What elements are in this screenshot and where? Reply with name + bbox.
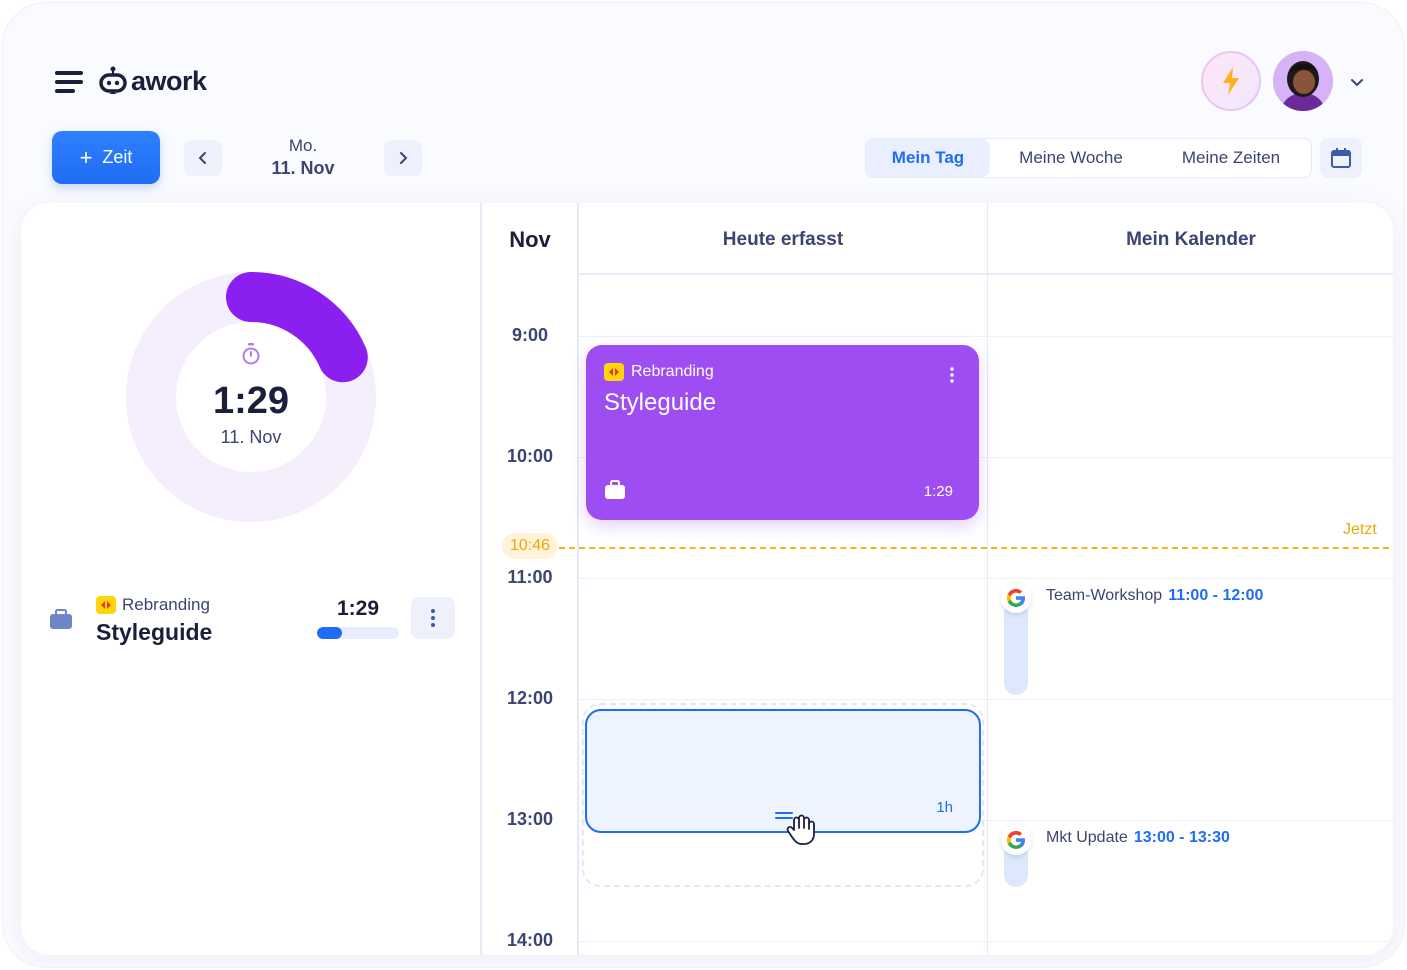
plus-icon: + — [79, 144, 93, 170]
google-icon — [1001, 583, 1031, 613]
more-vertical-icon[interactable] — [949, 367, 955, 383]
add-time-label: Zeit — [102, 147, 133, 167]
event-time-range: 11:00 - 12:00 — [1168, 587, 1264, 604]
hour-line — [579, 941, 1393, 942]
hour-label: 9:00 — [511, 325, 549, 345]
more-vertical-icon — [431, 609, 435, 627]
hour-label: 10:00 — [506, 446, 554, 466]
event-time-range: 13:00 - 13:30 — [1133, 829, 1230, 846]
chevron-down-icon[interactable] — [1348, 73, 1366, 91]
app-window: awork + Zeit Mo. 11. Nov Mein Tag Meine … — [2, 2, 1405, 968]
current-time-label: Jetzt — [1343, 521, 1377, 538]
event-title: Styleguide — [604, 389, 717, 416]
event-duration: 1:29 — [923, 483, 953, 500]
calendar-icon — [1331, 148, 1351, 168]
entry-project[interactable]: Rebranding — [96, 595, 210, 615]
menu-icon[interactable] — [55, 71, 83, 93]
event-project-name: Rebranding — [631, 363, 714, 380]
hour-line — [579, 699, 1393, 700]
daily-date: 11. Nov — [220, 427, 282, 447]
brand-name: awork — [131, 65, 207, 96]
time-axis-divider — [577, 203, 579, 955]
awork-logo-icon — [99, 66, 127, 94]
tab-mein-tag[interactable]: Mein Tag — [866, 139, 990, 177]
column-heute-erfasst: Heute erfasst — [722, 229, 844, 250]
draft-time-entry[interactable]: 1h — [585, 709, 981, 833]
entry-task[interactable]: Styleguide — [96, 619, 212, 646]
event-project: Rebranding — [604, 363, 714, 381]
panel-divider — [480, 203, 482, 955]
add-time-button[interactable]: + Zeit — [52, 131, 160, 184]
entry-progress-bar — [317, 627, 399, 639]
event-duration-stem — [1004, 601, 1028, 695]
lightning-icon — [1223, 67, 1239, 95]
date-weekday: Mo. — [288, 136, 318, 155]
project-badge-icon — [96, 596, 116, 614]
main-panel: 1:29 11. Nov Rebranding Styleguide 1:29 — [21, 203, 1393, 955]
upgrade-button[interactable] — [1201, 51, 1261, 111]
briefcase-icon — [50, 609, 72, 629]
current-date: Mo. 11. Nov — [243, 135, 363, 179]
view-switcher: Mein Tag Meine Woche Meine Zeiten — [865, 138, 1312, 178]
hour-label: 11:00 — [507, 567, 553, 587]
entry-progress-fill — [317, 627, 342, 639]
event-title: Team-Workshop — [1046, 587, 1163, 604]
chevron-right-icon — [400, 152, 408, 164]
brand-logo[interactable]: awork — [99, 65, 207, 97]
daily-total: 1:29 — [212, 380, 290, 422]
calendar-button[interactable] — [1320, 138, 1362, 178]
google-icon — [1001, 825, 1031, 855]
column-divider — [987, 203, 988, 955]
event-label: Team-Workshop 11:00 - 12:00 — [1046, 587, 1263, 605]
event-label: Mkt Update 13:00 - 13:30 — [1046, 829, 1230, 847]
draft-duration: 1h — [936, 799, 953, 816]
briefcase-icon — [605, 480, 625, 499]
hour-label: 12:00 — [506, 688, 554, 708]
calendar-month: Nov — [509, 227, 551, 252]
user-portrait — [1273, 51, 1333, 111]
daily-summary: 1:29 11. Nov — [125, 343, 377, 448]
date-day: 11. Nov — [271, 158, 335, 178]
user-avatar[interactable] — [1273, 51, 1333, 111]
current-time-line — [559, 547, 1393, 549]
tracked-time-entry[interactable]: Rebranding Styleguide 1:29 — [586, 345, 979, 520]
hour-line — [579, 578, 1393, 579]
previous-day-button[interactable] — [184, 140, 222, 176]
tab-meine-woche[interactable]: Meine Woche — [990, 139, 1152, 177]
header-divider — [577, 273, 1393, 275]
hour-line — [579, 336, 1393, 337]
next-day-button[interactable] — [384, 140, 422, 176]
project-badge-icon — [604, 363, 624, 381]
hand-cursor-icon — [786, 814, 815, 845]
entry-project-name: Rebranding — [122, 595, 210, 614]
entry-more-button[interactable] — [411, 597, 455, 639]
event-title: Mkt Update — [1046, 829, 1128, 846]
current-time-badge: 10:46 — [502, 533, 558, 559]
stopwatch-icon — [242, 343, 260, 365]
entry-duration: 1:29 — [336, 597, 380, 620]
hour-label: 13:00 — [506, 809, 554, 829]
hour-label: 14:00 — [506, 930, 554, 950]
column-mein-kalender: Mein Kalender — [1126, 229, 1256, 250]
chevron-left-icon — [198, 152, 206, 164]
tab-meine-zeiten[interactable]: Meine Zeiten — [1152, 139, 1310, 177]
